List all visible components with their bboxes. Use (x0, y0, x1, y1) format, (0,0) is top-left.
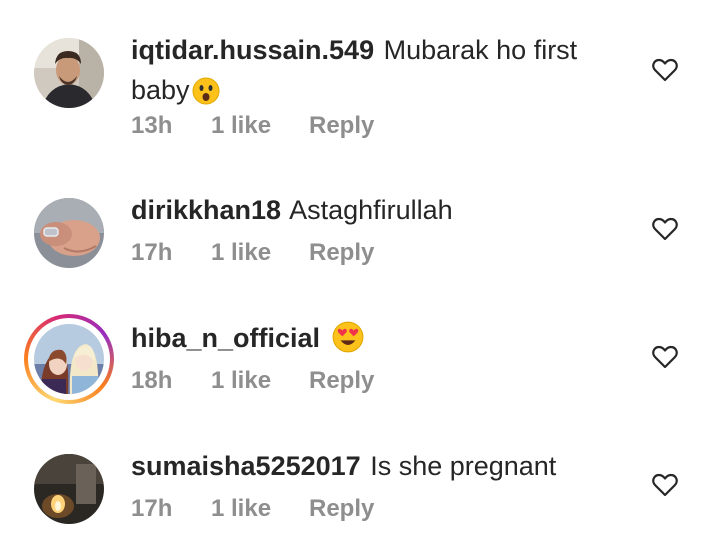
comment-body: hiba_n_official (131, 318, 601, 364)
avatar[interactable] (34, 38, 104, 108)
like-heart-icon[interactable] (652, 473, 678, 497)
like-heart-icon[interactable] (652, 58, 678, 82)
reply-button[interactable]: Reply (309, 495, 374, 523)
like-heart-icon[interactable] (652, 217, 678, 241)
avatar[interactable] (34, 454, 104, 524)
comment-body: dirikkhan18 Astaghfirullah (131, 190, 601, 230)
comment-item: hiba_n_official 18h 1 like Reply (0, 256, 720, 404)
comment-text: Astaghfirullah (289, 195, 453, 225)
comment-item: dirikkhan18 Astaghfirullah 17h 1 like Repl… (0, 128, 720, 268)
comment-body: iqtidar.hussain.549 Mubarak ho first bab… (131, 30, 601, 116)
astonished-face-emoji-icon (192, 76, 220, 116)
comment-time: 17h (131, 495, 173, 522)
username-link[interactable]: hiba_n_official (131, 323, 320, 353)
heart-eyes-emoji-icon (332, 321, 364, 364)
man-portrait-icon (34, 38, 104, 108)
like-count[interactable]: 1 like (211, 495, 309, 523)
comment-meta: 17h 1 like Reply (131, 495, 374, 523)
comment-item: sumaisha5252017 Is she pregnant 17h 1 lik… (0, 384, 720, 524)
candle-icon (34, 454, 104, 524)
like-heart-icon[interactable] (652, 345, 678, 369)
username-link[interactable]: sumaisha5252017 (131, 451, 361, 481)
comment-text: Is she pregnant (370, 451, 557, 481)
comment-body: sumaisha5252017 Is she pregnant (131, 446, 601, 486)
username-link[interactable]: iqtidar.hussain.549 (131, 35, 374, 65)
comment-item: iqtidar.hussain.549 Mubarak ho first bab… (0, 0, 720, 139)
username-link[interactable]: dirikkhan18 (131, 195, 281, 225)
